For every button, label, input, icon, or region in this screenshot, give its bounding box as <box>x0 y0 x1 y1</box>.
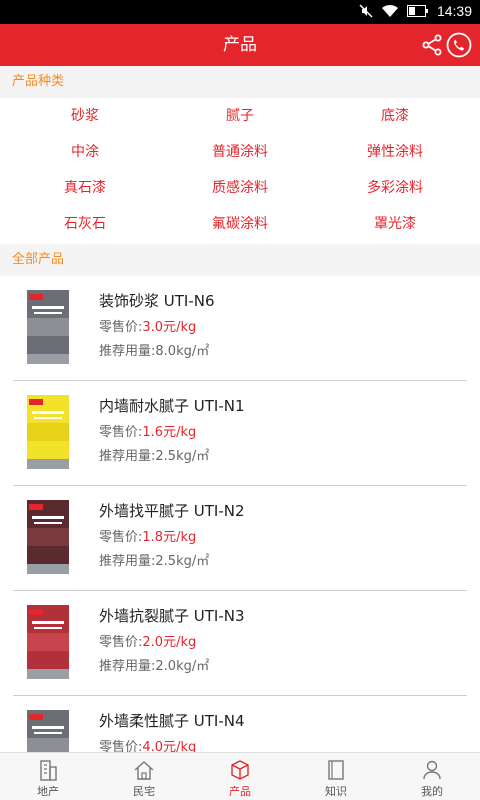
tab-residence[interactable]: 民宅 <box>96 753 192 800</box>
products-section-title: 全部产品 <box>0 244 480 276</box>
product-name: 外墙抗裂腻子 UTI-N3 <box>99 607 245 625</box>
category-item[interactable]: 普通涂料 <box>160 134 320 170</box>
category-item[interactable]: 真石漆 <box>5 170 165 206</box>
product-price-row: 零售价:1.8元/kg <box>99 526 196 545</box>
category-item[interactable]: 质感涂料 <box>160 170 320 206</box>
product-usage-row: 推荐用量:8.0kg/㎡ <box>99 340 209 359</box>
product-usage: 2.5kg/㎡ <box>155 449 210 464</box>
mute-icon <box>359 4 373 18</box>
product-bag-image <box>24 288 72 366</box>
product-item[interactable]: 装饰砂浆 UTI-N6 零售价:3.0元/kg 推荐用量:8.0kg/㎡ <box>0 276 480 381</box>
category-item[interactable]: 砂浆 <box>5 98 165 134</box>
tab-label: 地产 <box>37 785 59 798</box>
tab-knowledge[interactable]: 知识 <box>288 753 384 800</box>
tab-label: 我的 <box>421 785 443 798</box>
bottom-tab-bar: 地产 民宅 产品 知识 我的 <box>0 752 480 800</box>
product-usage-row: 推荐用量:2.5kg/㎡ <box>99 445 209 464</box>
tab-estate[interactable]: 地产 <box>0 753 96 800</box>
categories-section-title: 产品种类 <box>0 66 480 98</box>
product-usage: 2.0kg/㎡ <box>155 659 210 674</box>
tab-label: 产品 <box>229 785 251 798</box>
product-item[interactable]: 外墙抗裂腻子 UTI-N3 零售价:2.0元/kg 推荐用量:2.0kg/㎡ <box>0 591 480 696</box>
product-bag-image <box>24 393 72 471</box>
status-time: 14:39 <box>436 3 472 19</box>
product-usage: 8.0kg/㎡ <box>155 344 210 359</box>
product-bag-image <box>24 498 72 576</box>
building-icon <box>40 760 57 781</box>
price-label: 零售价: <box>99 530 143 545</box>
usage-label: 推荐用量: <box>99 554 156 569</box>
price-label: 零售价: <box>99 635 143 650</box>
category-item[interactable]: 石灰石 <box>5 206 165 242</box>
tab-mine[interactable]: 我的 <box>384 753 480 800</box>
product-price: 1.8元/kg <box>142 530 197 545</box>
phone-icon[interactable] <box>446 32 472 58</box>
product-usage: 2.5kg/㎡ <box>155 554 210 569</box>
product-usage-row: 推荐用量:2.0kg/㎡ <box>99 655 209 674</box>
product-price: 1.6元/kg <box>142 425 197 440</box>
category-item[interactable]: 多彩涂料 <box>315 170 475 206</box>
product-price: 3.0元/kg <box>142 320 197 335</box>
product-name: 内墙耐水腻子 UTI-N1 <box>99 397 245 415</box>
product-price-row: 零售价:3.0元/kg <box>99 316 196 335</box>
price-label: 零售价: <box>99 320 143 335</box>
product-name: 装饰砂浆 UTI-N6 <box>99 292 215 310</box>
share-icon[interactable] <box>420 33 444 57</box>
wifi-icon <box>381 4 398 17</box>
category-item[interactable]: 底漆 <box>315 98 475 134</box>
category-item[interactable]: 弹性涂料 <box>315 134 475 170</box>
category-item[interactable]: 中涂 <box>5 134 165 170</box>
app-header: 产品 <box>0 24 480 66</box>
box-icon <box>231 760 249 780</box>
tab-label: 知识 <box>325 785 347 798</box>
product-item[interactable]: 外墙找平腻子 UTI-N2 零售价:1.8元/kg 推荐用量:2.5kg/㎡ <box>0 486 480 591</box>
book-icon <box>328 760 344 780</box>
product-price-row: 零售价:1.6元/kg <box>99 421 196 440</box>
category-item[interactable]: 腻子 <box>160 98 320 134</box>
tab-products[interactable]: 产品 <box>192 753 288 800</box>
category-item[interactable]: 罩光漆 <box>315 206 475 242</box>
product-name: 外墙柔性腻子 UTI-N4 <box>99 712 245 730</box>
usage-label: 推荐用量: <box>99 659 156 674</box>
page-title: 产品 <box>223 35 257 55</box>
product-bag-image <box>24 603 72 681</box>
person-icon <box>423 760 441 780</box>
status-bar: 14:39 <box>0 0 480 24</box>
product-name: 外墙找平腻子 UTI-N2 <box>99 502 245 520</box>
product-usage-row: 推荐用量:2.5kg/㎡ <box>99 550 209 569</box>
product-item[interactable]: 内墙耐水腻子 UTI-N1 零售价:1.6元/kg 推荐用量:2.5kg/㎡ <box>0 381 480 486</box>
usage-label: 推荐用量: <box>99 449 156 464</box>
price-label: 零售价: <box>99 425 143 440</box>
category-item[interactable]: 氟碳涂料 <box>160 206 320 242</box>
house-icon <box>134 761 154 780</box>
category-grid: 砂浆 腻子 底漆 中涂 普通涂料 弹性涂料 真石漆 质感涂料 多彩涂料 石灰石 … <box>0 98 480 244</box>
product-price-row: 零售价:2.0元/kg <box>99 631 196 650</box>
battery-icon <box>406 5 428 17</box>
tab-label: 民宅 <box>133 785 155 798</box>
usage-label: 推荐用量: <box>99 344 156 359</box>
product-price: 2.0元/kg <box>142 635 197 650</box>
